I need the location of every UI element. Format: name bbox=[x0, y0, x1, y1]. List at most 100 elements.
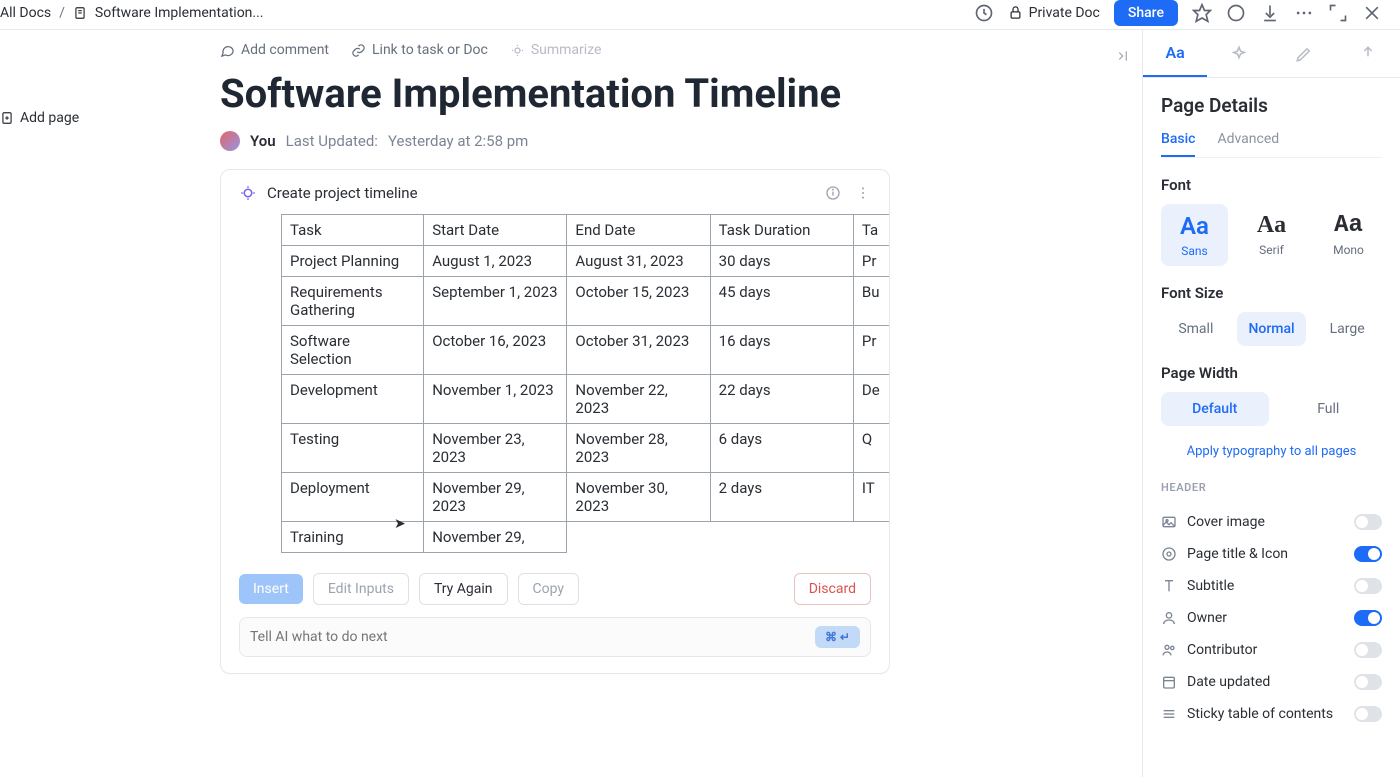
font-serif-option[interactable]: AaSerif bbox=[1238, 204, 1305, 266]
header-contributor-row: Contributor bbox=[1161, 634, 1382, 666]
table-cell[interactable]: August 31, 2023 bbox=[567, 246, 710, 277]
table-cell[interactable]: Pr bbox=[853, 246, 889, 277]
breadcrumb-root[interactable]: All Docs bbox=[0, 5, 51, 21]
breadcrumb-current[interactable]: Software Implementation... bbox=[95, 5, 264, 21]
details-tabs: Aa bbox=[1143, 30, 1400, 78]
subtab-advanced[interactable]: Advanced bbox=[1217, 131, 1279, 157]
card-more-icon[interactable] bbox=[855, 185, 871, 201]
ai-input-row: ⌘ ↵ bbox=[221, 617, 889, 673]
close-icon[interactable] bbox=[1362, 3, 1382, 23]
details-panel: Aa Page Details Basic Advanced Font AaSa… bbox=[1142, 30, 1400, 777]
subtitle-toggle[interactable] bbox=[1354, 578, 1382, 594]
table-cell[interactable]: De bbox=[853, 375, 889, 424]
table-cell[interactable]: November 28, 2023 bbox=[567, 424, 710, 473]
table-cell[interactable]: October 15, 2023 bbox=[567, 277, 710, 326]
tab-share[interactable] bbox=[1336, 30, 1400, 77]
title-toggle[interactable] bbox=[1354, 546, 1382, 562]
discard-button[interactable]: Discard bbox=[794, 573, 871, 605]
table-cell[interactable]: 30 days bbox=[710, 246, 853, 277]
sticky-toggle[interactable] bbox=[1354, 706, 1382, 722]
table-cell[interactable]: Development bbox=[282, 375, 424, 424]
info-icon[interactable] bbox=[825, 185, 841, 201]
table-cell[interactable]: November 22, 2023 bbox=[567, 375, 710, 424]
collapse-icon[interactable] bbox=[1328, 3, 1348, 23]
fontsize-small[interactable]: Small bbox=[1161, 312, 1231, 346]
table-cell[interactable]: 45 days bbox=[710, 277, 853, 326]
table-cell[interactable]: Testing bbox=[282, 424, 424, 473]
fontsize-large[interactable]: Large bbox=[1312, 312, 1382, 346]
table-cell[interactable]: Project Planning bbox=[282, 246, 424, 277]
header-date-label: Date updated bbox=[1187, 674, 1270, 690]
table-cell[interactable]: 6 days bbox=[710, 424, 853, 473]
download-icon[interactable] bbox=[1260, 3, 1280, 23]
pagewidth-full[interactable]: Full bbox=[1275, 392, 1383, 426]
breadcrumb-separator: / bbox=[59, 5, 65, 21]
main-content: Add comment Link to task or Doc Summariz… bbox=[110, 30, 1142, 777]
table-cell[interactable]: November 29, 2023 bbox=[424, 473, 567, 522]
font-mono-option[interactable]: AaMono bbox=[1315, 204, 1382, 266]
table-cell[interactable]: 16 days bbox=[710, 326, 853, 375]
table-cell[interactable]: IT bbox=[853, 473, 889, 522]
cover-toggle[interactable] bbox=[1354, 514, 1382, 530]
table-cell[interactable]: Pr bbox=[853, 326, 889, 375]
tab-typography[interactable]: Aa bbox=[1143, 30, 1207, 77]
more-icon[interactable] bbox=[1294, 3, 1314, 23]
subtab-basic[interactable]: Basic bbox=[1161, 131, 1195, 157]
tab-ai[interactable] bbox=[1207, 30, 1271, 77]
summarize-action[interactable]: Summarize bbox=[510, 42, 602, 58]
chat-icon[interactable] bbox=[1226, 3, 1246, 23]
fontsize-normal[interactable]: Normal bbox=[1237, 312, 1307, 346]
table-cell[interactable]: August 1, 2023 bbox=[424, 246, 567, 277]
send-shortcut-chip[interactable]: ⌘ ↵ bbox=[815, 626, 860, 648]
avatar[interactable] bbox=[220, 131, 240, 151]
table-cell[interactable]: 2 days bbox=[710, 473, 853, 522]
table-cell[interactable]: Deployment bbox=[282, 473, 424, 522]
add-comment-action[interactable]: Add comment bbox=[220, 42, 329, 58]
ai-table-wrap: Task Start Date End Date Task Duration T… bbox=[221, 214, 889, 561]
owner-toggle[interactable] bbox=[1354, 610, 1382, 626]
try-again-button[interactable]: Try Again bbox=[419, 573, 508, 605]
star-icon[interactable] bbox=[1192, 3, 1212, 23]
header-section-label: HEADER bbox=[1161, 481, 1382, 494]
table-cell[interactable]: September 1, 2023 bbox=[424, 277, 567, 326]
font-sans-option[interactable]: AaSans bbox=[1161, 204, 1228, 266]
share-button[interactable]: Share bbox=[1114, 0, 1178, 26]
table-cell[interactable]: Requirements Gathering bbox=[282, 277, 424, 326]
contributor-toggle[interactable] bbox=[1354, 642, 1382, 658]
table-cell[interactable]: Software Selection bbox=[282, 326, 424, 375]
header-sticky-label: Sticky table of contents bbox=[1187, 706, 1333, 722]
table-row: Project PlanningAugust 1, 2023August 31,… bbox=[282, 246, 890, 277]
privacy-indicator[interactable]: Private Doc bbox=[1008, 5, 1100, 21]
table-cell[interactable]: October 16, 2023 bbox=[424, 326, 567, 375]
page-title[interactable]: Software Implementation Timeline bbox=[220, 70, 1122, 117]
table-cell[interactable]: November 23, 2023 bbox=[424, 424, 567, 473]
table-cell[interactable]: October 31, 2023 bbox=[567, 326, 710, 375]
table-cell[interactable]: Bu bbox=[853, 277, 889, 326]
table-cell[interactable]: Q bbox=[853, 424, 889, 473]
insert-button[interactable]: Insert bbox=[239, 574, 303, 604]
th-duration: Task Duration bbox=[710, 215, 853, 246]
tab-edit[interactable] bbox=[1272, 30, 1336, 77]
edit-inputs-button[interactable]: Edit Inputs bbox=[313, 573, 409, 605]
table-cell[interactable]: Training bbox=[282, 522, 424, 553]
add-page-label: Add page bbox=[20, 110, 79, 126]
th-task: Task bbox=[282, 215, 424, 246]
pagewidth-default[interactable]: Default bbox=[1161, 392, 1269, 426]
apply-typography-link[interactable]: Apply typography to all pages bbox=[1161, 444, 1382, 459]
expand-panel-icon[interactable] bbox=[1112, 48, 1130, 67]
table-cell[interactable]: November 1, 2023 bbox=[424, 375, 567, 424]
table-cell[interactable]: November 30, 2023 bbox=[567, 473, 710, 522]
updated-value: Yesterday at 2:58 pm bbox=[388, 132, 528, 150]
table-row: Requirements GatheringSeptember 1, 2023O… bbox=[282, 277, 890, 326]
date-toggle[interactable] bbox=[1354, 674, 1382, 690]
copy-button[interactable]: Copy bbox=[518, 573, 580, 605]
history-icon[interactable] bbox=[974, 3, 994, 23]
ai-card: Create project timeline Task Start Date … bbox=[220, 169, 890, 674]
list-icon bbox=[1161, 706, 1177, 722]
table-cell[interactable]: November 29, bbox=[424, 522, 567, 553]
ai-prompt-input[interactable] bbox=[250, 629, 815, 645]
table-cell[interactable]: 22 days bbox=[710, 375, 853, 424]
header-contributor-label: Contributor bbox=[1187, 642, 1257, 658]
link-task-action[interactable]: Link to task or Doc bbox=[351, 42, 488, 58]
add-page-button[interactable]: Add page bbox=[0, 110, 110, 126]
